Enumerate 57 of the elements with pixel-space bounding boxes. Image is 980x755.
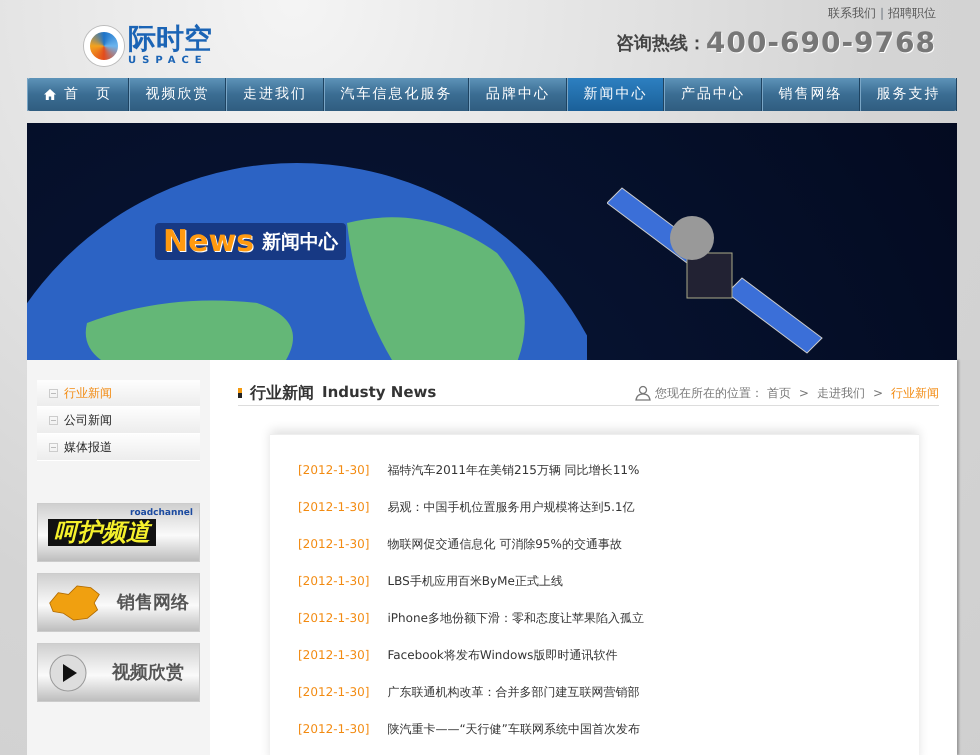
news-date: [2012-1-30] — [298, 536, 370, 553]
logo-icon — [84, 26, 124, 66]
collapse-icon — [49, 416, 58, 424]
title-marker — [238, 388, 242, 398]
news-date: [2012-1-30] — [298, 499, 370, 516]
sidebar-item[interactable]: 媒体报道 — [37, 434, 200, 461]
news-link[interactable]: LBS手机应用百米ByMe正式上线 — [387, 572, 563, 609]
news-link[interactable]: iPhone多地份额下滑：零和态度让苹果陷入孤立 — [387, 609, 644, 646]
nav-tab[interactable]: 新闻中心 — [566, 78, 664, 111]
nav-tab[interactable]: 产品中心 — [664, 78, 762, 111]
nav-tab[interactable]: 走进我们 — [226, 78, 324, 111]
nav-tab[interactable]: 销售网络 — [762, 78, 860, 111]
home-icon — [44, 89, 56, 100]
breadcrumb-label: 您现在所在的位置： — [654, 384, 763, 402]
promo-title: 视频欣赏 — [112, 661, 184, 685]
breadcrumb-separator: > — [872, 384, 884, 402]
news-link[interactable]: 广东联通机构改革：合并多部门建互联网营销部 — [387, 683, 640, 720]
link-divider: | — [880, 5, 884, 22]
news-date: [2012-1-30] — [298, 684, 370, 701]
top-link[interactable]: 联系我们 — [828, 4, 876, 22]
logo-text: 际时空 — [128, 24, 212, 52]
hotline-number: 400-690-9768 — [706, 25, 936, 61]
sidebar-item[interactable]: 公司新闻 — [37, 407, 200, 434]
news-link[interactable]: 物联网促交通信息化 可消除95%的交通事故 — [387, 535, 622, 572]
nav-tab[interactable]: 首 页 — [27, 78, 129, 111]
user-icon — [634, 384, 651, 400]
news-link[interactable]: 陕汽重卡——“天行健”车联网系统中国首次发布 — [387, 720, 640, 755]
breadcrumb-link[interactable]: 首页 — [766, 384, 791, 402]
collapse-icon — [49, 388, 58, 398]
section-subtitle: Industy News — [322, 382, 436, 404]
banner-title: News — [163, 225, 254, 258]
news-date: [2012-1-30] — [298, 462, 370, 479]
news-link[interactable]: 易观：中国手机位置服务用户规模将达到5.1亿 — [387, 498, 635, 535]
news-date: [2012-1-30] — [298, 721, 370, 738]
banner-subtitle: 新闻中心 — [262, 231, 338, 256]
section-title: 行业新闻 — [250, 382, 314, 404]
promo-banner[interactable]: 销售网络 — [37, 573, 200, 632]
logo-subtext: USPACE — [128, 54, 209, 68]
news-date: [2012-1-30] — [298, 610, 370, 627]
promo-banner[interactable]: roadchannel 呵护频道 — [37, 503, 200, 562]
nav-tab[interactable]: 视频欣赏 — [128, 78, 226, 111]
promo-title: 呵护频道 — [48, 519, 156, 546]
promo-subtitle: roadchannel — [130, 507, 193, 520]
news-link[interactable]: 福特汽车2011年在美销215万辆 同比增长11% — [387, 461, 640, 498]
news-date: [2012-1-30] — [298, 573, 370, 590]
promo-title: 销售网络 — [117, 591, 189, 615]
news-link[interactable]: Facebook将发布Windows版即时通讯软件 — [387, 646, 618, 683]
hotline-label: 咨询热线： — [616, 32, 706, 56]
breadcrumb-separator: > — [798, 384, 810, 402]
nav-tab[interactable]: 服务支持 — [860, 78, 958, 111]
play-icon — [48, 652, 88, 692]
nav-tab[interactable]: 汽车信息化服务 — [324, 78, 470, 111]
promo-banner[interactable]: 视频欣赏 — [37, 643, 200, 702]
top-link[interactable]: 招聘职位 — [888, 4, 936, 22]
collapse-icon — [49, 442, 58, 452]
breadcrumb-link[interactable]: 走进我们 — [816, 384, 865, 402]
news-date: [2012-1-30] — [298, 647, 370, 664]
